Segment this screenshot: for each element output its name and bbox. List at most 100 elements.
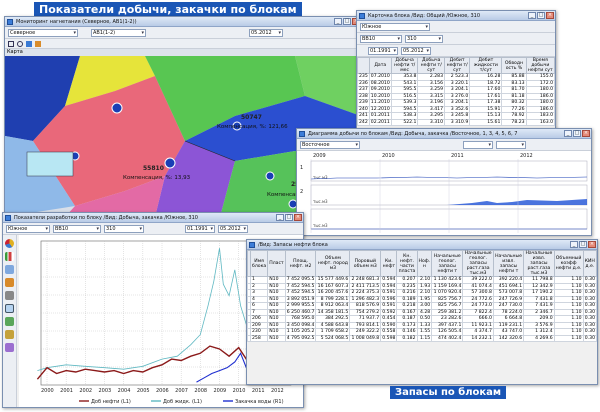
maximize-button[interactable]: □	[573, 130, 581, 137]
export-icon[interactable]	[5, 317, 14, 326]
maximize-button[interactable]: □	[343, 18, 351, 25]
reserves-col-header[interactable]: Начальные геолог. запасы раст.газа тыс.м…	[462, 250, 494, 277]
card-field-select[interactable]: Южное	[360, 22, 430, 31]
minimize-button[interactable]: _	[276, 214, 284, 221]
table-row[interactable]: 236 08.2010 543.1 3.156 3 220.1 18.72 83.13 172…	[357, 79, 555, 87]
table-cell: 15.61	[469, 118, 503, 126]
dev-date-from[interactable]: 01.1991	[185, 224, 215, 233]
table-row[interactable]: 209 N10 3 450 098.4 4 588 643.8 793 814.1 0.5…	[247, 321, 597, 329]
filter-icon[interactable]	[5, 278, 14, 287]
bar-chart-icon[interactable]	[5, 252, 14, 261]
minimize-button[interactable]: _	[528, 12, 536, 19]
diagram-chart[interactable]: 20092010201120121тыс.м32тыс.м33тыс.м3	[297, 151, 591, 235]
card-date-to[interactable]: 05.2012	[401, 46, 431, 55]
close-button[interactable]: ×	[294, 214, 302, 221]
diagram-window: Диаграмма добычи по блокам /Вид: Добыча,…	[296, 128, 592, 236]
zoom-icon[interactable]	[5, 304, 14, 313]
pointer-icon[interactable]	[8, 40, 14, 47]
reserves-col-header[interactable]: Ноф. н	[416, 250, 433, 277]
col-oil-month[interactable]: Добыча нефти т/мес	[390, 57, 419, 74]
card-block-select[interactable]: 310	[405, 34, 443, 43]
map-well-2[interactable]	[164, 157, 176, 169]
print-icon[interactable]	[5, 291, 14, 300]
close-button[interactable]: ×	[546, 12, 554, 19]
table-row[interactable]: 242 02.2011 522.1 3.310 3 310.9 15.61 78.23 163…	[357, 118, 555, 126]
table-row[interactable]: 240 12.2010 594.5 3.417 3 352.6 15.91 77.26 186…	[357, 105, 555, 113]
close-button[interactable]: ×	[588, 241, 596, 248]
settings-icon[interactable]	[5, 330, 14, 339]
dev-layer-select[interactable]: ВВ10	[53, 224, 101, 233]
card-layer-select[interactable]: ВВ10	[360, 34, 402, 43]
table-icon[interactable]	[5, 265, 14, 274]
reserves-col-header[interactable]: Ки. нефт	[380, 250, 398, 277]
diagram-window-title: Диаграмма добычи по блокам /Вид: Добыча,…	[308, 131, 518, 137]
reserves-col-header[interactable]: КИН д.е.	[582, 250, 597, 277]
col-liquid-rate[interactable]: Дебит жидкости т/сут	[469, 57, 503, 74]
card-date-from[interactable]: 01.1991	[368, 46, 398, 55]
col-watercut[interactable]: Обводн ость %	[501, 57, 527, 74]
minimize-button[interactable]: _	[570, 241, 578, 248]
dev-date-to[interactable]: 05.2012	[218, 224, 248, 233]
maximize-button[interactable]: □	[537, 12, 545, 19]
diagram-date-select[interactable]	[496, 140, 526, 149]
zoom-icon[interactable]	[17, 40, 23, 47]
table-cell: 12.2010	[368, 105, 392, 113]
table-row[interactable]: 238 10.2010 516.5 3.315 3 276.0 17.61 81.18 186…	[357, 92, 555, 100]
table-cell: N10	[267, 334, 286, 342]
layers-icon[interactable]	[26, 40, 32, 47]
date-select[interactable]: 05.2012	[249, 28, 283, 37]
map-window-title: Мониторинг нагнетания (Северное, АВ1(1-2…	[16, 19, 137, 25]
app-icon	[359, 13, 365, 19]
table-row[interactable]: 2 N10 7 452 594.5 16 167 607.3 2 411 713.5 0.…	[247, 282, 597, 290]
table-row[interactable]: 230 N10 1 105 205.2 1 709 658.2 249 322.2 0.5…	[247, 328, 597, 336]
table-cell: 2 411 713.5	[349, 282, 382, 290]
map-well-3[interactable]	[265, 171, 275, 181]
reserves-col-header[interactable]: Начальные извл. запасы раст.газа тыс.м3	[523, 250, 555, 277]
col-oil-day[interactable]: Добыча нефти т/сут	[417, 57, 445, 74]
diagram-block-label: 2	[300, 189, 303, 195]
table-row[interactable]: 4 N10 3 892 051.9 8 799 228.1 1 296 482.3 0.5…	[247, 295, 597, 303]
help-icon[interactable]	[5, 343, 14, 352]
reserves-table: Имя блока Пласт Площ. нефт. м2 Объем нефт. …	[247, 250, 597, 342]
table-row[interactable]: 1 N10 7 452 095.5 15 577 449.6 2 248 681.3 0.…	[247, 276, 597, 284]
reserves-col-header[interactable]: Площ. нефт. м2	[284, 250, 317, 277]
diagram-field-select[interactable]: Восточное	[300, 140, 360, 149]
table-cell: 0.30	[582, 308, 597, 316]
table-cell: 0.596	[380, 295, 398, 303]
reserves-col-header[interactable]: Поровый объем м3	[349, 250, 382, 277]
table-cell: 1 105 205.2	[284, 328, 317, 336]
table-row[interactable]: 206 N10 768 595.0 384 292.5 71 937.7 0.454 0.1…	[247, 315, 597, 323]
map-well-1[interactable]	[111, 102, 123, 114]
table-cell: 0.30	[582, 282, 597, 290]
reserves-col-header[interactable]: Имя блока	[249, 250, 269, 277]
field-select[interactable]: Северное	[8, 28, 78, 37]
card-table: Дата Добыча нефти т/мес Добыча нефти т/с…	[357, 57, 555, 126]
reserves-col-header[interactable]: Объем нефт. пород м3	[315, 250, 351, 277]
minimize-button[interactable]: _	[564, 130, 572, 137]
col-time[interactable]: Время добычи нефти сут	[525, 57, 555, 74]
table-row[interactable]: 258 N10 4 795 092.5 5 524 068.5 1 008 049.8 0…	[247, 334, 597, 342]
maximize-button[interactable]: □	[285, 214, 293, 221]
table-row[interactable]: 6 N10 2 999 955.5 8 912 063.4 818 576.9 0.591…	[247, 302, 597, 310]
reserves-col-header[interactable]: Начальные геолог. запасы нефти т	[431, 250, 464, 277]
reserves-col-header[interactable]: Кн. нефт. части пласта	[396, 250, 418, 277]
table-row[interactable]: 7 N10 6 250 460.7 14 358 181.5 754 279.2 0.59…	[247, 308, 597, 316]
table-row[interactable]: 3 N10 7 452 594.5 16 200 457.6 2 224 375.3 0.…	[247, 289, 597, 297]
layer-select[interactable]: АВ1(1-2)	[91, 28, 146, 37]
reserves-col-header[interactable]: Объемный коэфф нефти д.е.	[553, 250, 584, 277]
col-oil-rate[interactable]: Дебит нефти т/сут	[443, 57, 471, 74]
table-cell: 0.594	[380, 276, 398, 284]
dev-block-select[interactable]: 310	[104, 224, 144, 233]
pie-chart-icon[interactable]	[5, 239, 14, 248]
close-button[interactable]: ×	[582, 130, 590, 137]
minimize-button[interactable]: _	[334, 18, 342, 25]
table-cell: 3 310.9	[443, 118, 471, 126]
col-date[interactable]: Дата	[368, 57, 392, 74]
diagram-period-select[interactable]	[463, 140, 493, 149]
table-cell: 236	[357, 79, 370, 87]
reserves-col-header[interactable]: Начальные извл. запасы нефти т	[492, 250, 525, 277]
refresh-icon[interactable]	[35, 40, 41, 47]
reserves-col-header[interactable]: Пласт	[267, 250, 286, 277]
dev-field-select[interactable]: Южное	[6, 224, 50, 233]
maximize-button[interactable]: □	[579, 241, 587, 248]
